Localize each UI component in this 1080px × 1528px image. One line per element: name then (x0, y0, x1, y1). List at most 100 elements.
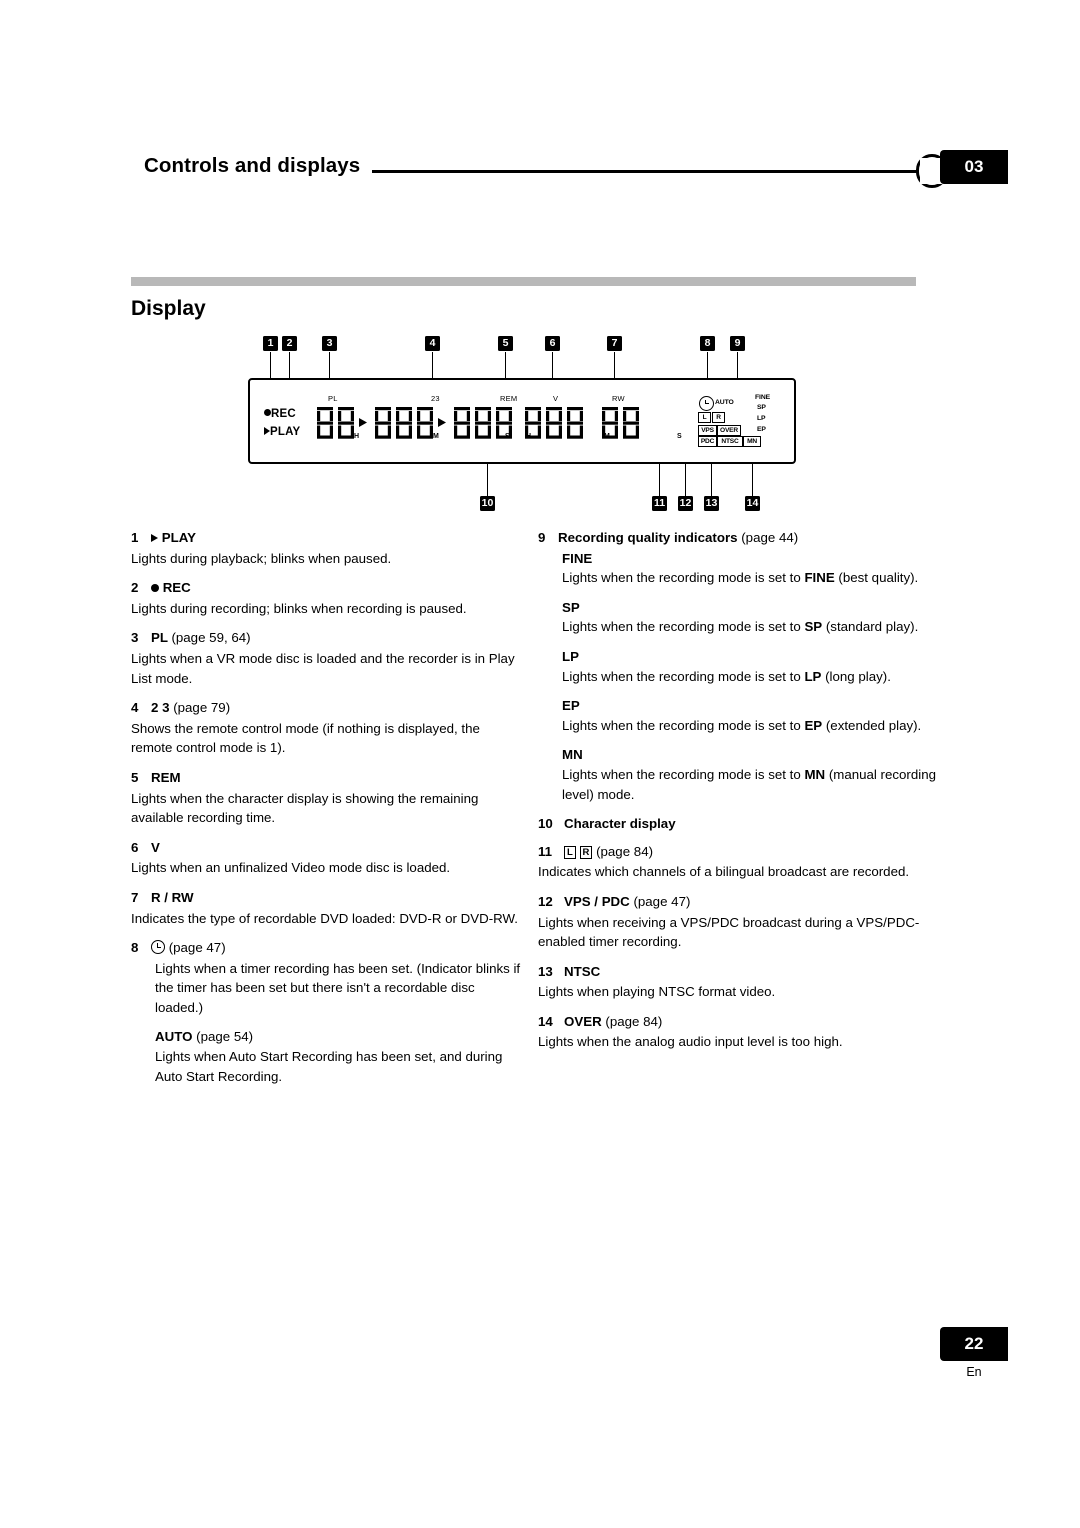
leader-13 (711, 464, 712, 496)
leader-12 (685, 464, 686, 496)
section-divider (131, 277, 916, 286)
entry-9-ep-heading: EP (562, 698, 580, 714)
unit-m-2: M (604, 433, 610, 440)
l-channel-box-icon: L (564, 845, 576, 859)
indicator-cluster: AUTO FINE SP LP EP L R VPS OVER PDC NTSC… (697, 394, 785, 452)
entry-10: 10 Character display (538, 814, 936, 834)
entry-10-heading: 10 Character display (538, 816, 676, 832)
callout-8: 8 (700, 336, 715, 351)
entry-4-heading: 42 3 (page 79) (131, 700, 231, 716)
entry-5: 5 REM Lights when the character display i… (131, 768, 523, 828)
entry-9-lp-body: Lights when the recording mode is set to… (562, 668, 891, 684)
callout-11: 11 (652, 496, 667, 511)
vps-indicator: VPS (698, 425, 717, 436)
entry-9-fine-heading: FINE (562, 550, 593, 566)
entry-9: 9 Recording quality indicators (page 44) … (538, 528, 936, 804)
entry-9-ep-body: Lights when the recording mode is set to… (562, 717, 922, 733)
callout-13: 13 (704, 496, 719, 511)
ntsc-indicator: NTSC (717, 436, 743, 447)
entry-2-body: Lights during recording; blinks when rec… (131, 600, 467, 616)
entry-9-mn-heading: MN (562, 747, 583, 763)
entry-1-body: Lights during playback; blinks when paus… (131, 550, 392, 566)
label-23: 23 (431, 394, 440, 403)
entry-9-lp-heading: LP (562, 648, 579, 664)
rec-dot-icon (264, 409, 271, 416)
right-text-column: 9 Recording quality indicators (page 44) … (538, 528, 936, 1062)
entry-1-heading: 1 PLAY (131, 530, 196, 545)
entry-9-mn-body: Lights when the recording mode is set to… (562, 766, 936, 802)
entry-7: 7R / RW Indicates the type of recordable… (131, 888, 523, 928)
entry-8-sub-heading: AUTO (page 54) (155, 1029, 254, 1045)
entry-9-fine-body: Lights when the recording mode is set to… (562, 570, 919, 586)
entry-2-heading: 2 REC (131, 580, 191, 596)
entry-9-sp-body: Lights when the recording mode is set to… (562, 619, 919, 635)
over-indicator: OVER (717, 425, 741, 436)
callout-10: 10 (480, 496, 495, 511)
page-number: 22 (964, 1334, 984, 1353)
unit-m-1: M (433, 433, 439, 440)
language-code: En (966, 1365, 982, 1379)
callout-7: 7 (607, 336, 622, 351)
entry-6-body: Lights when an unfinalized Video mode di… (131, 860, 451, 876)
entry-11-heading: 11 L R (page 84) (538, 843, 654, 859)
l-channel-indicator: L (698, 412, 711, 423)
auto-indicator: AUTO (715, 399, 734, 406)
entry-12-heading: 12 VPS / PDC (page 47) (538, 893, 691, 909)
entry-9-heading: 9 Recording quality indicators (page 44) (538, 530, 799, 545)
lp-indicator: LP (757, 415, 766, 422)
entry-8-sub-body: Lights when Auto Start Recording has bee… (155, 1049, 503, 1084)
entry-14: 14 OVER (page 84) Lights when the analog … (538, 1012, 936, 1052)
rec-dot-icon (151, 584, 159, 593)
unit-h-2: H (526, 433, 532, 440)
entry-11: 11 L R (page 84) Indicates which channels… (538, 842, 936, 882)
callout-6: 6 (545, 336, 560, 351)
entry-8-body: Lights when a timer recording has been s… (155, 960, 521, 1015)
page-header: Controls and displays (140, 148, 948, 190)
label-pl: PL (328, 394, 338, 403)
entry-4-body: Shows the remote control mode (if nothin… (131, 720, 480, 756)
front-panel-display: PL 23 REM V RW REC PLAY H M S H M S AUTO… (248, 378, 796, 464)
entry-14-body: Lights when the analog audio input level… (538, 1034, 843, 1050)
entry-13-body: Lights when playing NTSC format video. (538, 984, 776, 1000)
entry-7-body: Indicates the type of recordable DVD loa… (131, 910, 519, 926)
clock-icon (151, 940, 165, 955)
play-triangle-icon (151, 534, 158, 542)
entry-6: 6V Lights when an unfinalized Video mode… (131, 838, 523, 878)
ep-indicator: EP (757, 426, 766, 433)
entry-13: 13 NTSC Lights when playing NTSC format v… (538, 962, 936, 1002)
callout-3: 3 (322, 336, 337, 351)
chapter-number: 03 (964, 157, 984, 176)
entry-12: 12 VPS / PDC (page 47) Lights when receiv… (538, 892, 936, 952)
fine-indicator: FINE (755, 394, 771, 401)
left-text-column: 1 PLAY Lights during playback; blinks wh… (131, 528, 523, 1096)
unit-h-1: H (354, 433, 360, 440)
display-panel-diagram: 1 2 3 4 5 6 7 8 9 PL 23 REM V RW REC PLA… (240, 336, 810, 516)
header-rule (372, 170, 928, 173)
page-number-tab: 22 (940, 1327, 1008, 1361)
callout-14: 14 (745, 496, 760, 511)
play-label: PLAY (270, 426, 301, 438)
rec-indicator: REC (264, 408, 296, 420)
label-rem: REM (500, 394, 518, 403)
entry-3-heading: 3 PL (page 59, 64) (131, 630, 251, 646)
entry-2: 2 REC Lights during recording; blinks wh… (131, 578, 523, 618)
callout-4: 4 (425, 336, 440, 351)
entry-9-sp-heading: SP (562, 599, 580, 615)
entry-13-heading: 13 NTSC (538, 963, 601, 979)
label-rw: RW (612, 394, 625, 403)
entry-8-heading: 8 (page 47) (131, 940, 226, 956)
entry-8: 8 (page 47) Lights when a timer recordin… (131, 938, 523, 1086)
unit-s-1: S (505, 433, 510, 440)
callout-2: 2 (282, 336, 297, 351)
entry-5-heading: 5 REM (131, 769, 181, 785)
entry-3: 3 PL (page 59, 64) Lights when a VR mode … (131, 628, 523, 688)
play-indicator: PLAY (264, 426, 300, 438)
entry-1: 1 PLAY Lights during playback; blinks wh… (131, 528, 523, 568)
entry-11-body: Indicates which channels of a bilingual … (538, 864, 910, 880)
r-channel-box-icon: R (579, 845, 593, 859)
segment-digits-icon (317, 407, 639, 439)
character-display-area (316, 406, 686, 440)
callout-12: 12 (678, 496, 693, 511)
entry-3-body: Lights when a VR mode disc is loaded and… (131, 650, 515, 686)
entry-4: 42 3 (page 79) Shows the remote control … (131, 698, 523, 758)
